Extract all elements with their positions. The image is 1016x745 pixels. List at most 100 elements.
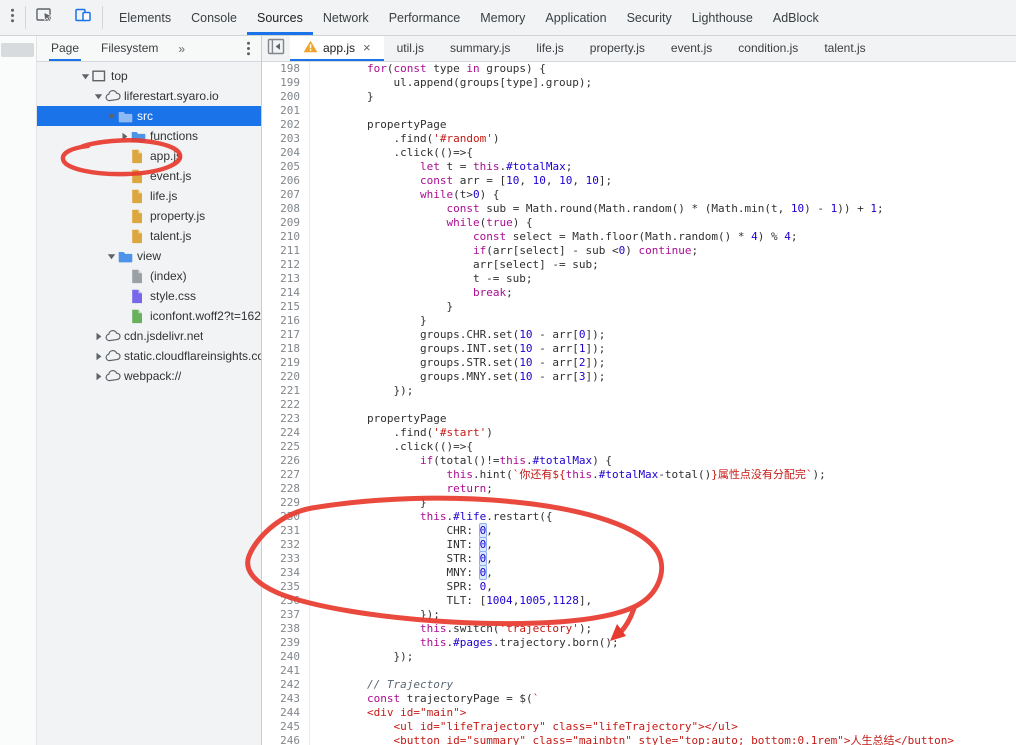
tab-performance[interactable]: Performance bbox=[379, 0, 471, 35]
line-number[interactable]: 222 bbox=[262, 398, 300, 412]
line-number[interactable]: 213 bbox=[262, 272, 300, 286]
tree-item-static-cloudflareinsights-com[interactable]: static.cloudflareinsights.com bbox=[37, 346, 261, 366]
line-number[interactable]: 201 bbox=[262, 104, 300, 118]
line-number[interactable]: 204 bbox=[262, 146, 300, 160]
line-number[interactable]: 200 bbox=[262, 90, 300, 104]
tree-item-app-js[interactable]: app.js bbox=[37, 146, 261, 166]
tab-application[interactable]: Application bbox=[535, 0, 616, 35]
editor-tab-util-js[interactable]: util.js bbox=[384, 36, 437, 61]
tree-item-view[interactable]: view bbox=[37, 246, 261, 266]
tree-item-liferestart-syaro-io[interactable]: liferestart.syaro.io bbox=[37, 86, 261, 106]
editor-tab-property-js[interactable]: property.js bbox=[577, 36, 658, 61]
inspect-element-button[interactable] bbox=[26, 0, 64, 35]
line-number[interactable]: 206 bbox=[262, 174, 300, 188]
code-lines[interactable]: for(const type in groups) { ul.append(gr… bbox=[310, 62, 1016, 745]
line-number[interactable]: 233 bbox=[262, 552, 300, 566]
tab-lighthouse[interactable]: Lighthouse bbox=[682, 0, 763, 35]
line-number[interactable]: 240 bbox=[262, 650, 300, 664]
tab-sources[interactable]: Sources bbox=[246, 0, 313, 35]
line-number[interactable]: 242 bbox=[262, 678, 300, 692]
line-number[interactable]: 225 bbox=[262, 440, 300, 454]
line-number[interactable]: 235 bbox=[262, 580, 300, 594]
chevron-down-icon[interactable] bbox=[105, 252, 118, 261]
line-number[interactable]: 243 bbox=[262, 692, 300, 706]
tree-item-webpack[interactable]: webpack:// bbox=[37, 366, 261, 386]
tab-memory[interactable]: Memory bbox=[470, 0, 535, 35]
close-icon[interactable]: × bbox=[363, 41, 371, 54]
line-number[interactable]: 246 bbox=[262, 734, 300, 745]
tree-item-index[interactable]: (index) bbox=[37, 266, 261, 286]
tree-item-talent-js[interactable]: talent.js bbox=[37, 226, 261, 246]
line-number[interactable]: 216 bbox=[262, 314, 300, 328]
editor-tab-summary-js[interactable]: summary.js bbox=[437, 36, 523, 61]
editor-tab-talent-js[interactable]: talent.js bbox=[811, 36, 878, 61]
line-number[interactable]: 203 bbox=[262, 132, 300, 146]
line-number[interactable]: 198 bbox=[262, 62, 300, 76]
sidebar-tab-page[interactable]: Page bbox=[49, 36, 82, 61]
chevron-right-icon[interactable] bbox=[118, 132, 131, 141]
line-number[interactable]: 224 bbox=[262, 426, 300, 440]
line-number[interactable]: 211 bbox=[262, 244, 300, 258]
line-number[interactable]: 226 bbox=[262, 454, 300, 468]
line-number[interactable]: 210 bbox=[262, 230, 300, 244]
tab-network[interactable]: Network bbox=[313, 0, 379, 35]
line-number[interactable]: 205 bbox=[262, 160, 300, 174]
line-number[interactable]: 215 bbox=[262, 300, 300, 314]
tree-item-event-js[interactable]: event.js bbox=[37, 166, 261, 186]
line-number[interactable]: 219 bbox=[262, 356, 300, 370]
line-number[interactable]: 208 bbox=[262, 202, 300, 216]
chevron-right-icon[interactable] bbox=[92, 332, 105, 341]
line-number[interactable]: 199 bbox=[262, 76, 300, 90]
editor-tab-condition-js[interactable]: condition.js bbox=[725, 36, 811, 61]
chevron-down-icon[interactable] bbox=[79, 72, 92, 81]
line-number[interactable]: 207 bbox=[262, 188, 300, 202]
editor-tab-event-js[interactable]: event.js bbox=[658, 36, 725, 61]
line-number[interactable]: 227 bbox=[262, 468, 300, 482]
tree-item-src[interactable]: src bbox=[37, 106, 261, 126]
more-tabs-button[interactable]: » bbox=[178, 36, 185, 61]
line-number[interactable]: 232 bbox=[262, 538, 300, 552]
line-number[interactable]: 223 bbox=[262, 412, 300, 426]
line-number[interactable]: 220 bbox=[262, 370, 300, 384]
line-number[interactable]: 214 bbox=[262, 286, 300, 300]
device-toolbar-button[interactable] bbox=[64, 0, 102, 35]
line-number[interactable]: 212 bbox=[262, 258, 300, 272]
tab-adblock[interactable]: AdBlock bbox=[763, 0, 829, 35]
line-number[interactable]: 239 bbox=[262, 636, 300, 650]
tree-item-iconfont-woff2-t-162894468[interactable]: iconfont.woff2?t=162894468 bbox=[37, 306, 261, 326]
sidebar-tab-filesystem[interactable]: Filesystem bbox=[99, 36, 160, 61]
tree-item-functions[interactable]: functions bbox=[37, 126, 261, 146]
editor-tab-life-js[interactable]: life.js bbox=[523, 36, 576, 61]
line-number[interactable]: 244 bbox=[262, 706, 300, 720]
line-number[interactable]: 228 bbox=[262, 482, 300, 496]
navigator-kebab-menu-button[interactable] bbox=[236, 36, 261, 61]
kebab-menu-button[interactable] bbox=[0, 0, 25, 35]
line-number[interactable]: 236 bbox=[262, 594, 300, 608]
line-number[interactable]: 237 bbox=[262, 608, 300, 622]
line-number[interactable]: 234 bbox=[262, 566, 300, 580]
line-number[interactable]: 231 bbox=[262, 524, 300, 538]
tree-item-top[interactable]: top bbox=[37, 66, 261, 86]
line-number[interactable]: 217 bbox=[262, 328, 300, 342]
tree-item-life-js[interactable]: life.js bbox=[37, 186, 261, 206]
line-number[interactable]: 221 bbox=[262, 384, 300, 398]
line-number[interactable]: 238 bbox=[262, 622, 300, 636]
line-number[interactable]: 229 bbox=[262, 496, 300, 510]
tab-elements[interactable]: Elements bbox=[109, 0, 181, 35]
tree-item-property-js[interactable]: property.js bbox=[37, 206, 261, 226]
tree-item-cdn-jsdelivr-net[interactable]: cdn.jsdelivr.net bbox=[37, 326, 261, 346]
chevron-down-icon[interactable] bbox=[105, 112, 118, 121]
chevron-right-icon[interactable] bbox=[92, 372, 105, 381]
line-number[interactable]: 245 bbox=[262, 720, 300, 734]
tab-security[interactable]: Security bbox=[617, 0, 682, 35]
line-number[interactable]: 218 bbox=[262, 342, 300, 356]
line-number[interactable]: 241 bbox=[262, 664, 300, 678]
line-number[interactable]: 209 bbox=[262, 216, 300, 230]
tab-console[interactable]: Console bbox=[181, 0, 247, 35]
chevron-right-icon[interactable] bbox=[92, 352, 105, 361]
hide-navigator-button[interactable] bbox=[262, 36, 290, 61]
chevron-down-icon[interactable] bbox=[92, 92, 105, 101]
line-number[interactable]: 202 bbox=[262, 118, 300, 132]
line-number[interactable]: 230 bbox=[262, 510, 300, 524]
editor-tab-app-js[interactable]: app.js × bbox=[290, 36, 384, 61]
